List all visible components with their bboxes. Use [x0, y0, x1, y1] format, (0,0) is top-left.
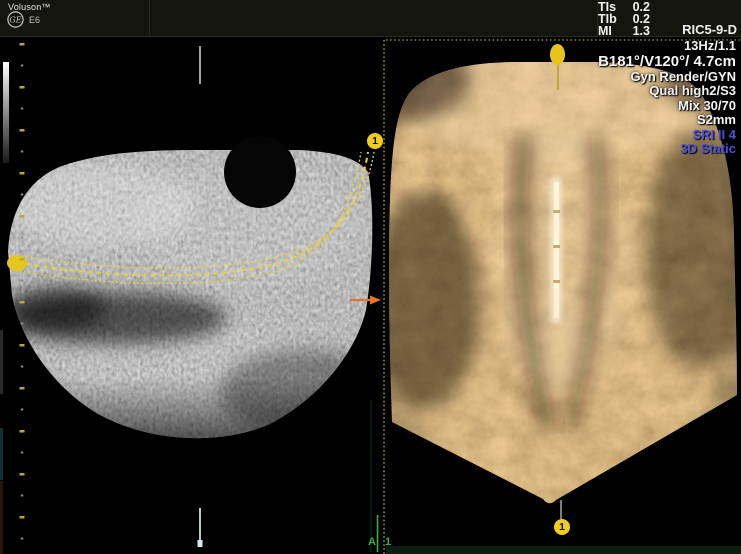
ultrasound-screen: Voluson™ GE E6 TIs 0.2 TIb 0.2 MI 1.3 RI… — [0, 0, 741, 554]
info-slice-thickness: S2mm — [598, 113, 736, 128]
active-window-label: A — [368, 536, 376, 548]
image-info-block: 13Hz/1.1 B181°/V120°/ 4.7cm Gyn Render/G… — [598, 39, 736, 157]
volume-point-marker[interactable]: 1 — [554, 519, 570, 535]
info-angles-depth: B181°/V120°/ 4.7cm — [598, 54, 736, 70]
curve-point-marker[interactable]: 1 — [367, 133, 383, 149]
window-index-label: 1 — [385, 536, 391, 548]
bottom-status-strip — [386, 546, 741, 554]
info-render-preset: Gyn Render/GYN — [598, 70, 736, 85]
info-framerate: 13Hz/1.1 — [598, 39, 736, 54]
info-sri: SRI II 4 — [598, 128, 736, 143]
info-mode: 3D Static — [598, 142, 736, 157]
2d-panel[interactable] — [8, 40, 373, 545]
balloon-marker[interactable] — [550, 44, 565, 65]
info-mix: Mix 30/70 — [598, 99, 736, 114]
info-quality: Qual high2/S3 — [598, 84, 736, 99]
